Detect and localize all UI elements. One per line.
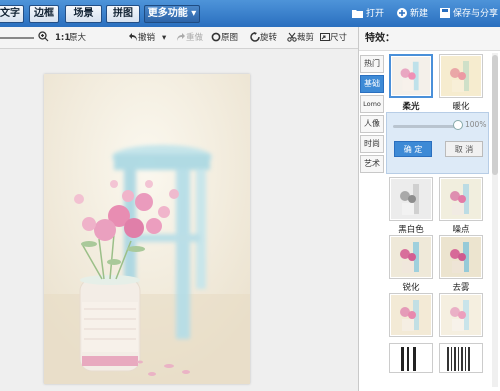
panel-scrollbar-thumb[interactable] <box>492 55 498 175</box>
flower-photo-image <box>44 74 250 384</box>
save-share-label: 保存与分享 <box>453 9 499 19</box>
redo-icon <box>177 33 185 41</box>
zoom-ratio[interactable]: 1:1 <box>55 31 70 45</box>
tab-basic[interactable]: 基础 <box>360 75 384 93</box>
effect-preview-image <box>391 179 431 219</box>
save-icon <box>440 8 450 18</box>
strength-slider-track[interactable] <box>393 125 457 128</box>
effect-preview-image <box>392 57 430 95</box>
edit-toolbar: 1:1 原大 撤销 ▾ 重做 原图 旋转 裁剪 尺寸 <box>0 27 358 49</box>
save-share-button[interactable]: 保存与分享 <box>440 6 498 22</box>
plus-circle-icon <box>397 8 407 18</box>
panel-scrollbar[interactable] <box>492 53 498 387</box>
rotate-label: 旋转 <box>260 33 278 43</box>
effect-warm-label: 暖化 <box>452 102 470 112</box>
crop-label: 裁剪 <box>297 33 315 43</box>
tab-text[interactable]: 文字 <box>0 5 24 23</box>
effect-preview-image <box>441 345 481 371</box>
redo-button[interactable]: 重做 <box>176 31 203 45</box>
effect-preview-image <box>441 237 481 277</box>
effect-noise-label: 噪点 <box>452 225 470 235</box>
effect-soft-light-label: 柔光 <box>402 102 420 112</box>
tab-scene[interactable]: 场景 <box>65 5 102 23</box>
redo-label: 重做 <box>186 33 204 43</box>
edited-photo[interactable] <box>44 74 250 384</box>
strength-value: 100% <box>465 120 487 129</box>
effect-preview-image <box>391 345 431 371</box>
tab-border[interactable]: 边框 <box>29 5 59 23</box>
resize-button[interactable]: 尺寸 <box>320 31 347 45</box>
strength-slider-handle[interactable] <box>453 120 463 130</box>
tab-popular[interactable]: 热门 <box>360 55 384 73</box>
tab-collage[interactable]: 拼图 <box>106 5 140 23</box>
effect-defog-thumbnail[interactable] <box>439 235 483 279</box>
top-navigation-bar: 文字 边框 场景 拼图 更多功能 ▾ 打开 新建 保存与分享 <box>0 0 500 27</box>
rotate-icon <box>250 32 260 42</box>
effect-preview-image <box>441 295 481 335</box>
effects-panel: 特效： 热门 基础 Lomo 人像 时尚 艺术 柔光 暖化 100% 确 定 取… <box>358 27 500 391</box>
original-image-label: 原图 <box>221 33 239 43</box>
effect-preview-image <box>441 179 481 219</box>
resize-icon <box>320 33 330 41</box>
resize-label: 尺寸 <box>330 33 348 43</box>
image-canvas[interactable] <box>0 49 358 391</box>
effect-more-thumbnail-1[interactable] <box>389 293 433 337</box>
effect-more-thumbnail-2[interactable] <box>439 293 483 337</box>
tab-lomo[interactable]: Lomo <box>360 95 384 113</box>
undo-button[interactable]: 撤销 <box>128 31 155 45</box>
panel-title: 特效： <box>359 27 500 51</box>
undo-dropdown-icon[interactable]: ▾ <box>162 31 166 45</box>
tab-fashion[interactable]: 时尚 <box>360 135 384 153</box>
rotate-button[interactable]: 旋转 <box>250 31 277 45</box>
effect-preview-image <box>391 295 431 335</box>
effect-more-thumbnail-4[interactable] <box>439 343 483 373</box>
effect-warm-thumbnail[interactable] <box>439 54 483 98</box>
confirm-button[interactable]: 确 定 <box>394 141 432 157</box>
zoom-slider[interactable] <box>0 37 34 39</box>
effect-defog-label: 去雾 <box>452 283 470 293</box>
undo-label: 撤销 <box>138 33 156 43</box>
crop-button[interactable]: 裁剪 <box>287 31 314 45</box>
effect-adjust-panel: 100% 确 定 取 消 <box>386 112 489 174</box>
new-label: 新建 <box>410 9 429 19</box>
effect-preview-image <box>391 237 431 277</box>
effect-preview-image <box>441 56 481 96</box>
tab-portrait[interactable]: 人像 <box>360 115 384 133</box>
effect-sharpen-thumbnail[interactable] <box>389 235 433 279</box>
new-button[interactable]: 新建 <box>397 6 428 22</box>
cancel-button[interactable]: 取 消 <box>445 141 483 157</box>
more-features-button[interactable]: 更多功能 ▾ <box>144 5 200 23</box>
folder-icon <box>352 10 363 18</box>
undo-icon <box>129 33 137 41</box>
effect-soft-light-thumbnail[interactable] <box>389 54 433 98</box>
original-image-button[interactable]: 原图 <box>211 31 238 45</box>
open-label: 打开 <box>366 9 385 19</box>
effect-noise-thumbnail[interactable] <box>439 177 483 221</box>
effect-black-white-label: 黑白色 <box>398 225 424 235</box>
tab-art[interactable]: 艺术 <box>360 155 384 173</box>
scissors-icon <box>287 32 297 42</box>
effect-sharpen-label: 锐化 <box>402 283 420 293</box>
zoom-in-icon <box>38 31 49 42</box>
zoom-in-button[interactable] <box>38 31 49 45</box>
effect-black-white-thumbnail[interactable] <box>389 177 433 221</box>
effect-more-thumbnail-3[interactable] <box>389 343 433 373</box>
circle-icon <box>211 32 221 42</box>
open-button[interactable]: 打开 <box>352 6 384 22</box>
original-size-button[interactable]: 原大 <box>69 31 86 45</box>
